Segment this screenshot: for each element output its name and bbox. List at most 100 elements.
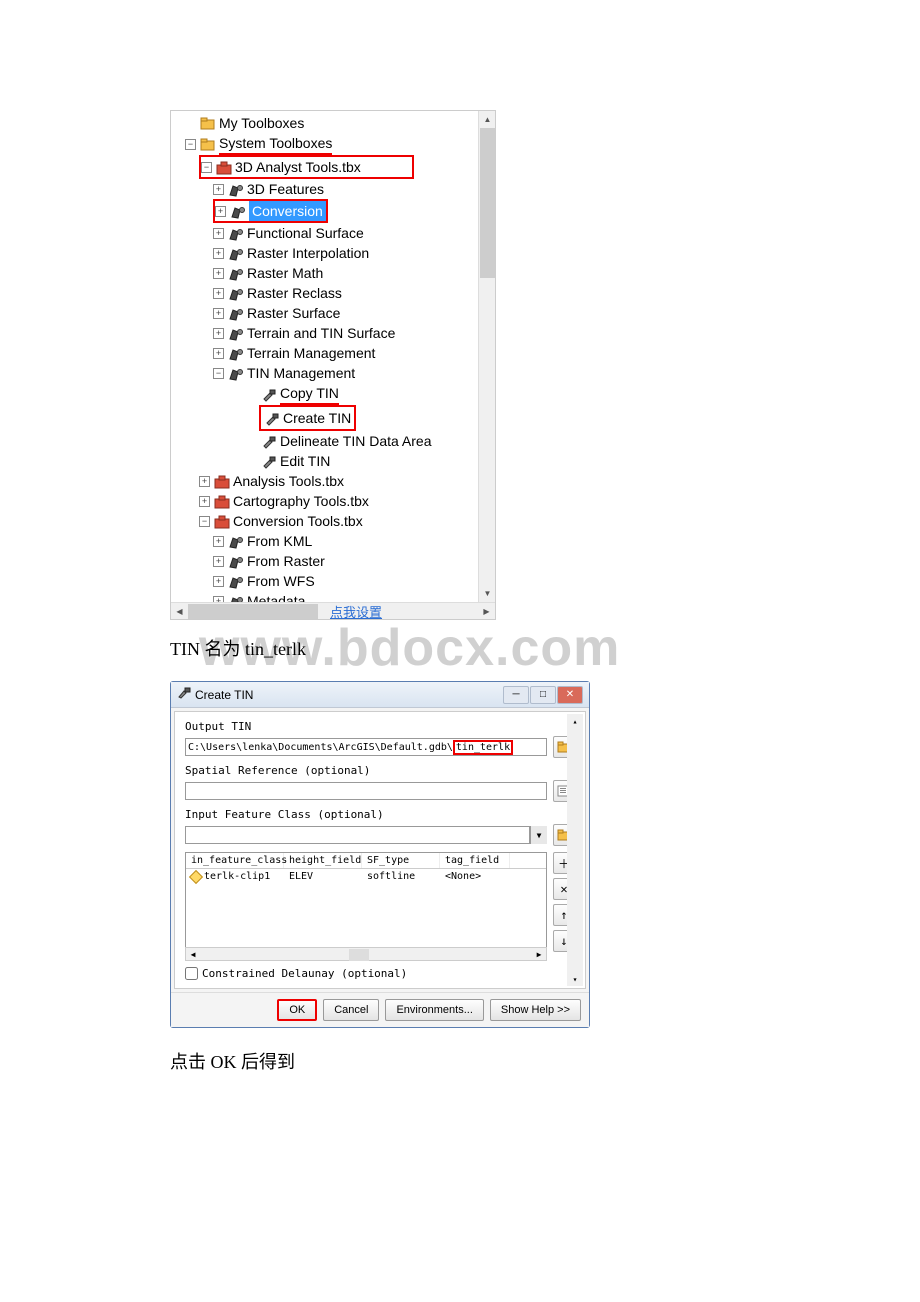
expand-icon[interactable]: + xyxy=(213,576,224,587)
scroll-left-icon[interactable]: ◀ xyxy=(186,948,200,960)
dialog-vertical-scrollbar[interactable]: ▴ ▾ xyxy=(567,714,583,986)
dropdown-button[interactable]: ▼ xyxy=(530,826,547,844)
hammer-icon xyxy=(261,454,277,468)
tree-item-edit-tin[interactable]: Edit TIN xyxy=(171,451,495,471)
expand-icon[interactable]: + xyxy=(213,328,224,339)
tree-label: Cartography Tools.tbx xyxy=(233,491,369,511)
horizontal-scrollbar[interactable]: ◀ 点我设置 ▶ xyxy=(171,602,495,619)
scroll-right-icon[interactable]: ▶ xyxy=(478,603,495,620)
tree-item-cartography-tools[interactable]: + Cartography Tools.tbx xyxy=(171,491,495,511)
expand-icon[interactable]: + xyxy=(213,248,224,259)
expand-icon[interactable]: + xyxy=(213,228,224,239)
tree-item-my-toolboxes[interactable]: My Toolboxes xyxy=(171,113,495,133)
tree-item-system-toolboxes[interactable]: − System Toolboxes xyxy=(171,133,495,155)
expand-icon[interactable]: + xyxy=(213,556,224,567)
close-button[interactable]: ✕ xyxy=(557,686,583,704)
tree-label: Functional Surface xyxy=(247,223,364,243)
cancel-button[interactable]: Cancel xyxy=(323,999,379,1021)
tree-item-3d-analyst[interactable]: − 3D Analyst Tools.tbx xyxy=(199,155,414,179)
output-tin-input[interactable]: C:\Users\lenka\Documents\ArcGIS\Default.… xyxy=(185,738,547,756)
expand-icon[interactable]: + xyxy=(213,184,224,195)
toolset-icon xyxy=(228,366,244,380)
tree-item-from-wfs[interactable]: + From WFS xyxy=(171,571,495,591)
spatial-ref-input[interactable] xyxy=(185,782,547,800)
toolbox-icon xyxy=(214,514,230,528)
col-header-sftype[interactable]: SF_type xyxy=(362,853,440,868)
col-header-tag[interactable]: tag_field xyxy=(440,853,510,868)
dialog-footer: OK Cancel Environments... Show Help >> xyxy=(171,992,589,1027)
tree-item-raster-surface[interactable]: + Raster Surface xyxy=(171,303,495,323)
col-header-height[interactable]: height_field xyxy=(284,853,362,868)
scroll-down-icon[interactable]: ▾ xyxy=(567,972,583,986)
scroll-thumb[interactable] xyxy=(188,604,318,619)
minimize-button[interactable]: ─ xyxy=(503,686,529,704)
toolset-icon xyxy=(228,286,244,300)
environments-button[interactable]: Environments... xyxy=(385,999,483,1021)
scroll-left-icon[interactable]: ◀ xyxy=(171,603,188,620)
dialog-body: Output TIN C:\Users\lenka\Documents\ArcG… xyxy=(174,711,586,989)
expand-icon[interactable]: + xyxy=(199,476,210,487)
tree-item-3d-features[interactable]: + 3D Features xyxy=(171,179,495,199)
tree-item-delineate-tin[interactable]: Delineate TIN Data Area xyxy=(171,431,495,451)
tree-label: Raster Math xyxy=(247,263,323,283)
tree-item-raster-math[interactable]: + Raster Math xyxy=(171,263,495,283)
tree-label: Edit TIN xyxy=(280,451,330,471)
tree-label: From Raster xyxy=(247,551,325,571)
tree-label: Copy TIN xyxy=(280,383,339,405)
tree-item-analysis-tools[interactable]: + Analysis Tools.tbx xyxy=(171,471,495,491)
expand-icon[interactable]: + xyxy=(213,348,224,359)
expand-icon[interactable]: + xyxy=(213,308,224,319)
scroll-up-icon[interactable]: ▲ xyxy=(479,111,496,128)
tree-label: Analysis Tools.tbx xyxy=(233,471,344,491)
maximize-button[interactable]: □ xyxy=(530,686,556,704)
tree-item-from-kml[interactable]: + From KML xyxy=(171,531,495,551)
scroll-down-icon[interactable]: ▼ xyxy=(479,585,496,602)
tree-label: From KML xyxy=(247,531,312,551)
dialog-titlebar[interactable]: Create TIN ─ □ ✕ xyxy=(171,682,589,708)
tree-item-create-tin[interactable]: Create TIN xyxy=(257,405,495,431)
constrained-delaunay-checkbox[interactable] xyxy=(185,967,198,980)
tree-item-conversion[interactable]: + Conversion xyxy=(171,199,495,223)
tree-item-tin-management[interactable]: − TIN Management xyxy=(171,363,495,383)
table-row[interactable]: terlk-clip1 ELEV softline <None> xyxy=(186,869,546,884)
collapse-icon[interactable]: − xyxy=(213,368,224,379)
tree-label: 3D Features xyxy=(247,179,324,199)
tree-label: From WFS xyxy=(247,571,315,591)
expand-icon[interactable]: + xyxy=(213,288,224,299)
scroll-up-icon[interactable]: ▴ xyxy=(567,714,583,728)
tree-label: 3D Analyst Tools.tbx xyxy=(235,157,361,177)
collapse-icon[interactable]: − xyxy=(201,162,212,173)
tree-label: Delineate TIN Data Area xyxy=(280,431,432,451)
input-fc-input[interactable] xyxy=(185,826,530,844)
expand-icon[interactable]: + xyxy=(199,496,210,507)
table-horizontal-scrollbar[interactable]: ◀ ▶ xyxy=(185,947,547,961)
vertical-scrollbar[interactable]: ▲ ▼ xyxy=(478,111,495,602)
show-help-button[interactable]: Show Help >> xyxy=(490,999,581,1021)
tree-item-conversion-tools[interactable]: − Conversion Tools.tbx xyxy=(171,511,495,531)
tree-item-raster-interpolation[interactable]: + Raster Interpolation xyxy=(171,243,495,263)
constrained-delaunay-label: Constrained Delaunay (optional) xyxy=(202,967,407,980)
hammer-icon xyxy=(261,434,277,448)
expand-icon[interactable]: + xyxy=(213,536,224,547)
expand-icon[interactable]: + xyxy=(215,206,226,217)
collapse-icon[interactable]: − xyxy=(185,139,196,150)
scroll-thumb[interactable] xyxy=(349,949,369,961)
tree-item-copy-tin[interactable]: Copy TIN xyxy=(171,383,495,405)
settings-link[interactable]: 点我设置 xyxy=(330,602,382,621)
collapse-icon[interactable]: − xyxy=(199,516,210,527)
expand-icon[interactable]: + xyxy=(213,268,224,279)
tree-label: Conversion Tools.tbx xyxy=(233,511,363,531)
tree-item-functional-surface[interactable]: + Functional Surface xyxy=(171,223,495,243)
tree-item-terrain-tin-surface[interactable]: + Terrain and TIN Surface xyxy=(171,323,495,343)
caption-click-ok: 点击 OK 后得到 xyxy=(170,1048,920,1074)
tree-item-from-raster[interactable]: + From Raster xyxy=(171,551,495,571)
scroll-thumb[interactable] xyxy=(480,128,495,278)
scroll-right-icon[interactable]: ▶ xyxy=(532,948,546,960)
tree-item-raster-reclass[interactable]: + Raster Reclass xyxy=(171,283,495,303)
toolbox-icon xyxy=(216,160,232,174)
tree-item-terrain-management[interactable]: + Terrain Management xyxy=(171,343,495,363)
ok-button[interactable]: OK xyxy=(277,999,317,1021)
col-header-infc[interactable]: in_feature_class xyxy=(186,853,284,868)
toolset-icon xyxy=(228,326,244,340)
tree-label: Raster Interpolation xyxy=(247,243,369,263)
